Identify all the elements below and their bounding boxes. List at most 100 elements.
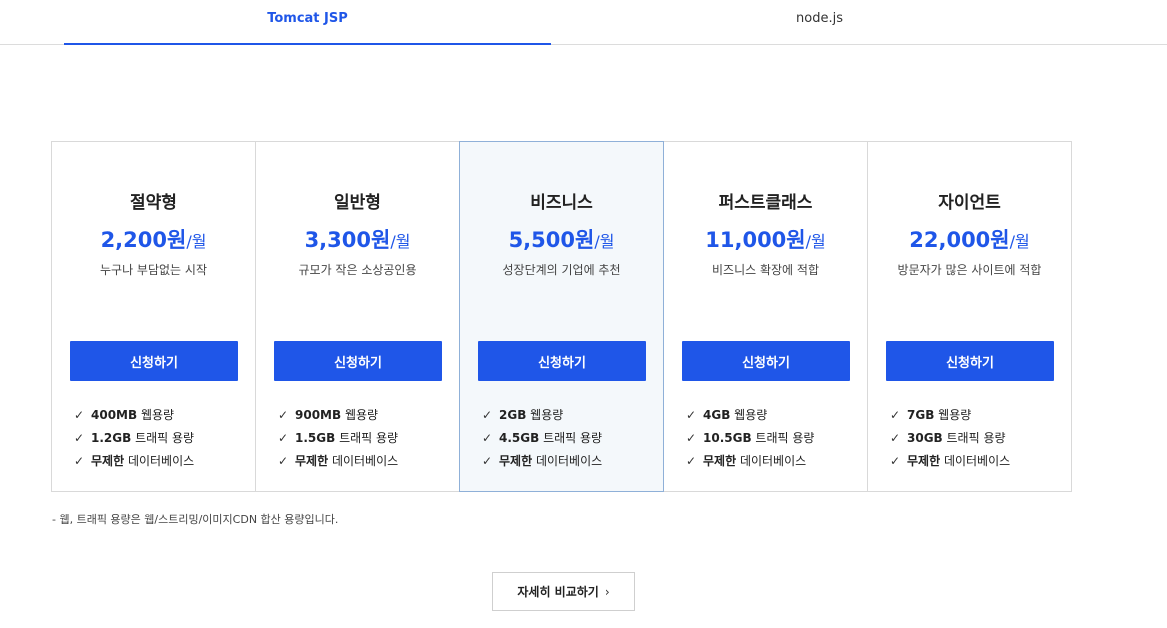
feature-item: ✓ 2GB 웹용량 — [482, 406, 602, 429]
feature-label: 웹용량 — [934, 408, 972, 422]
plan-card-business: 비즈니스 5,500원/월 성장단계의 기업에 추천 신청하기 ✓ 2GB 웹용량… — [459, 141, 664, 492]
feature-label: 웹용량 — [730, 408, 768, 422]
feature-item: ✓ 무제한 데이터베이스 — [482, 452, 602, 475]
feature-item: ✓ 무제한 데이터베이스 — [686, 452, 814, 475]
feature-label: 데이터베이스 — [940, 454, 1011, 468]
price-unit: /월 — [186, 232, 207, 251]
price-amount: 2,200원 — [100, 228, 187, 252]
check-icon: ✓ — [74, 408, 85, 422]
check-icon: ✓ — [890, 408, 901, 422]
feature-item: ✓ 1.5GB 트래픽 용량 — [278, 429, 398, 452]
compare-details-button[interactable]: 자세히 비교하기 › — [492, 572, 635, 611]
price-amount: 22,000원 — [909, 228, 1010, 252]
apply-button[interactable]: 신청하기 — [886, 341, 1054, 381]
feature-value: 1.2GB — [91, 431, 132, 445]
plan-card-giant: 자이언트 22,000원/월 방문자가 많은 사이트에 적합 신청하기 ✓ 7GB… — [867, 141, 1072, 492]
plan-name: 자이언트 — [938, 193, 1001, 213]
plan-price: 5,500원/월 — [460, 224, 663, 254]
feature-item: ✓ 4.5GB 트래픽 용량 — [482, 429, 602, 452]
feature-value: 4.5GB — [499, 431, 540, 445]
price-amount: 5,500원 — [508, 228, 595, 252]
feature-value: 1.5GB — [295, 431, 336, 445]
feature-label: 트래픽 용량 — [942, 431, 1006, 445]
plan-description: 누구나 부담없는 시작 — [100, 263, 207, 277]
feature-item: ✓ 무제한 데이터베이스 — [74, 452, 194, 475]
check-icon: ✓ — [278, 408, 289, 422]
compare-button-label: 자세히 비교하기 — [517, 585, 599, 599]
feature-item: ✓ 무제한 데이터베이스 — [278, 452, 398, 475]
feature-label: 트래픽 용량 — [335, 431, 399, 445]
plan-price: 2,200원/월 — [52, 224, 255, 254]
tab-nodejs[interactable]: node.js — [576, 0, 1063, 45]
plan-price: 22,000원/월 — [868, 224, 1071, 254]
feature-list: ✓ 7GB 웹용량 ✓ 30GB 트래픽 용량 ✓ 무제한 데이터베이스 — [890, 406, 1010, 475]
feature-label: 웹용량 — [137, 408, 175, 422]
price-unit: /월 — [805, 232, 826, 251]
feature-value: 900MB — [295, 408, 342, 422]
feature-value: 30GB — [907, 431, 943, 445]
feature-list: ✓ 4GB 웹용량 ✓ 10.5GB 트래픽 용량 ✓ 무제한 데이터베이스 — [686, 406, 814, 475]
plan-description: 비즈니스 확장에 적합 — [712, 263, 819, 277]
plan-name: 일반형 — [334, 193, 381, 213]
feature-value: 7GB — [907, 408, 935, 422]
price-unit: /월 — [594, 232, 615, 251]
check-icon: ✓ — [278, 454, 289, 468]
feature-item: ✓ 1.2GB 트래픽 용량 — [74, 429, 194, 452]
plan-description: 규모가 작은 소상공인용 — [298, 263, 417, 277]
plan-card-first-class: 퍼스트클래스 11,000원/월 비즈니스 확장에 적합 신청하기 ✓ 4GB 웹… — [663, 141, 868, 492]
hosting-type-tabs: Tomcat JSP node.js — [0, 0, 1167, 45]
apply-button[interactable]: 신청하기 — [682, 341, 850, 381]
chevron-right-icon: › — [604, 584, 610, 599]
feature-label: 웹용량 — [526, 408, 564, 422]
feature-value: 4GB — [703, 408, 731, 422]
check-icon: ✓ — [890, 454, 901, 468]
check-icon: ✓ — [686, 454, 697, 468]
feature-label: 데이터베이스 — [736, 454, 807, 468]
check-icon: ✓ — [482, 454, 493, 468]
plan-name: 절약형 — [130, 193, 177, 213]
check-icon: ✓ — [74, 431, 85, 445]
apply-button[interactable]: 신청하기 — [70, 341, 238, 381]
feature-label: 데이터베이스 — [532, 454, 603, 468]
feature-value: 10.5GB — [703, 431, 752, 445]
plan-name: 비즈니스 — [530, 193, 593, 213]
feature-value: 무제한 — [91, 454, 125, 468]
plan-cards: 절약형 2,200원/월 누구나 부담없는 시작 신청하기 ✓ 400MB 웹용량… — [51, 141, 1075, 492]
capacity-footnote: - 웹, 트래픽 용량은 웹/스트리밍/이미지CDN 합산 용량입니다. — [52, 513, 339, 526]
feature-label: 웹용량 — [341, 408, 379, 422]
check-icon: ✓ — [482, 431, 493, 445]
feature-item: ✓ 900MB 웹용량 — [278, 406, 398, 429]
apply-button[interactable]: 신청하기 — [478, 341, 646, 381]
tab-tomcat-jsp[interactable]: Tomcat JSP — [64, 0, 551, 45]
feature-label: 트래픽 용량 — [131, 431, 195, 445]
feature-list: ✓ 400MB 웹용량 ✓ 1.2GB 트래픽 용량 ✓ 무제한 데이터베이스 — [74, 406, 194, 475]
plan-price: 3,300원/월 — [256, 224, 459, 254]
feature-value: 무제한 — [907, 454, 941, 468]
plan-description: 방문자가 많은 사이트에 적합 — [897, 263, 1042, 277]
price-amount: 3,300원 — [304, 228, 391, 252]
feature-value: 400MB — [91, 408, 138, 422]
feature-list: ✓ 900MB 웹용량 ✓ 1.5GB 트래픽 용량 ✓ 무제한 데이터베이스 — [278, 406, 398, 475]
check-icon: ✓ — [278, 431, 289, 445]
feature-value: 무제한 — [499, 454, 533, 468]
feature-label: 트래픽 용량 — [751, 431, 815, 445]
feature-value: 무제한 — [703, 454, 737, 468]
plan-price: 11,000원/월 — [664, 224, 867, 254]
feature-label: 트래픽 용량 — [539, 431, 603, 445]
feature-item: ✓ 30GB 트래픽 용량 — [890, 429, 1010, 452]
feature-value: 2GB — [499, 408, 527, 422]
feature-item: ✓ 7GB 웹용량 — [890, 406, 1010, 429]
plan-card-saving: 절약형 2,200원/월 누구나 부담없는 시작 신청하기 ✓ 400MB 웹용량… — [51, 141, 256, 492]
check-icon: ✓ — [890, 431, 901, 445]
apply-button[interactable]: 신청하기 — [274, 341, 442, 381]
price-unit: /월 — [390, 232, 411, 251]
feature-label: 데이터베이스 — [328, 454, 399, 468]
plan-name: 퍼스트클래스 — [718, 193, 813, 213]
feature-value: 무제한 — [295, 454, 329, 468]
check-icon: ✓ — [686, 408, 697, 422]
check-icon: ✓ — [74, 454, 85, 468]
feature-item: ✓ 10.5GB 트래픽 용량 — [686, 429, 814, 452]
check-icon: ✓ — [482, 408, 493, 422]
price-unit: /월 — [1009, 232, 1030, 251]
plan-card-standard: 일반형 3,300원/월 규모가 작은 소상공인용 신청하기 ✓ 900MB 웹용… — [255, 141, 460, 492]
